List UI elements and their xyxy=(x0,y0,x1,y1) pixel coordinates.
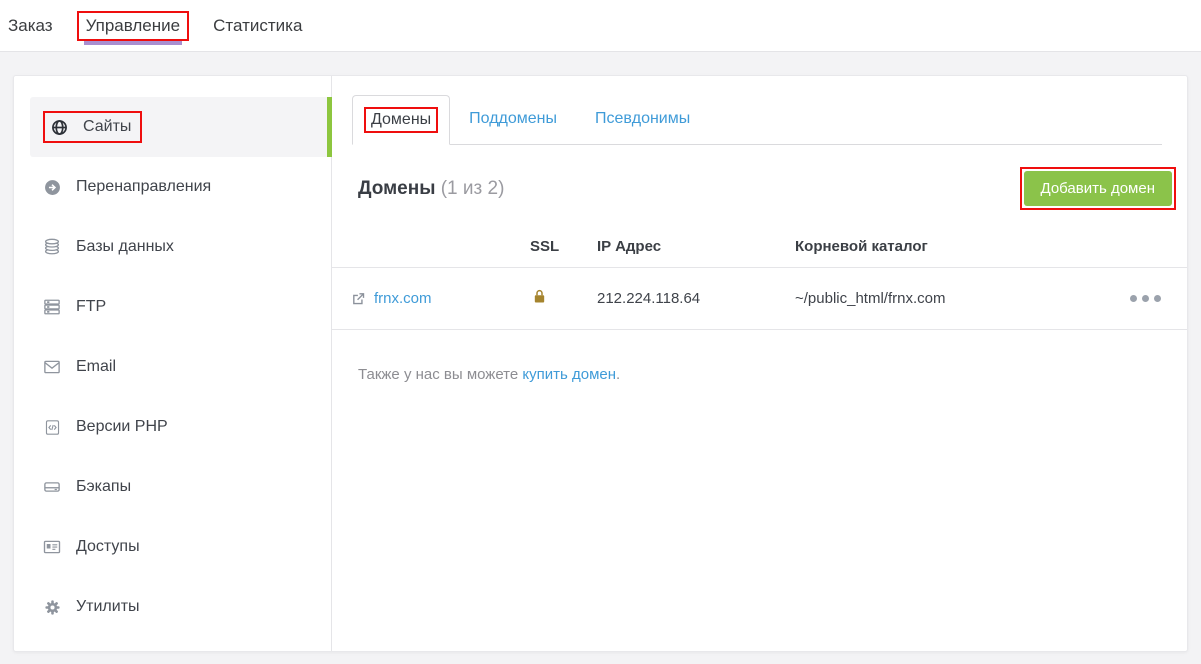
envelope-icon xyxy=(43,358,61,376)
gear-icon xyxy=(43,598,61,616)
tabs-bar: Домены Поддомены Псевдонимы xyxy=(352,95,1162,145)
sidebar-item-redirects[interactable]: Перенаправления xyxy=(14,157,331,217)
note-text: Также у нас вы можете xyxy=(358,366,522,383)
nav-item-statistics[interactable]: Статистика xyxy=(213,0,302,52)
sidebar-item-label: Email xyxy=(76,358,116,376)
annotation-box: Домены xyxy=(364,107,438,133)
sidebar-item-access[interactable]: Доступы xyxy=(14,517,331,577)
sidebar-item-databases[interactable]: Базы данных xyxy=(14,217,331,277)
id-card-icon xyxy=(43,538,61,556)
buy-domain-note: Также у нас вы можете купить домен. xyxy=(358,366,1187,383)
tab-label: Домены xyxy=(371,111,431,128)
ip-cell: 212.224.118.64 xyxy=(597,290,795,307)
globe-icon xyxy=(50,118,68,136)
nav-item-label: Управление xyxy=(86,16,181,35)
annotation-box: Сайты xyxy=(43,111,142,143)
tab-subdomains[interactable]: Поддомены xyxy=(450,94,576,144)
nav-item-label: Статистика xyxy=(213,16,302,36)
column-header-ssl: SSL xyxy=(530,238,597,255)
sidebar-item-sites[interactable]: Сайты xyxy=(30,97,331,157)
domain-link[interactable]: frnx.com xyxy=(374,290,432,307)
sidebar-item-label: Сайты xyxy=(83,118,131,136)
sidebar-item-label: FTP xyxy=(76,298,106,316)
sidebar-item-label: Базы данных xyxy=(76,238,174,256)
top-navigation: Заказ Управление Статистика xyxy=(0,0,1201,52)
sidebar-item-label: Бэкапы xyxy=(76,478,131,496)
root-dir-cell: ~/public_html/frnx.com xyxy=(795,290,1099,307)
sidebar-item-email[interactable]: Email xyxy=(14,337,331,397)
lock-icon xyxy=(532,288,547,309)
domain-cell: frnx.com xyxy=(332,290,530,307)
backup-drive-icon xyxy=(43,478,61,496)
tab-domains[interactable]: Домены xyxy=(352,95,450,145)
content-area: Домены Поддомены Псевдонимы Домены (1 из… xyxy=(332,76,1187,651)
sidebar-item-php-versions[interactable]: Версии PHP xyxy=(14,397,331,457)
sidebar-item-utilities[interactable]: Утилиты xyxy=(14,577,331,637)
sidebar-item-backups[interactable]: Бэкапы xyxy=(14,457,331,517)
database-icon xyxy=(43,238,61,256)
sidebar-item-label: Перенаправления xyxy=(76,178,211,196)
tab-label: Псевдонимы xyxy=(595,110,690,128)
tab-label: Поддомены xyxy=(469,110,557,128)
domains-count: (1 из 2) xyxy=(441,178,505,199)
column-header-ip: IP Адрес xyxy=(597,238,795,255)
php-code-icon xyxy=(43,418,61,436)
table-row: frnx.com 212.224.118.64 ~/public_html/fr… xyxy=(332,268,1187,330)
annotation-box: Добавить домен xyxy=(1020,167,1177,210)
redirect-icon xyxy=(43,178,61,196)
nav-item-label: Заказ xyxy=(8,16,53,36)
sidebar-item-label: Утилиты xyxy=(76,598,140,616)
note-text: . xyxy=(616,366,620,383)
annotation-box: Управление xyxy=(77,11,190,41)
sidebar-item-label: Доступы xyxy=(76,538,140,556)
sidebar-item-label: Версии PHP xyxy=(76,418,168,436)
domains-table: SSL IP Адрес Корневой каталог frnx.com xyxy=(332,226,1187,330)
sidebar-item-ftp[interactable]: FTP xyxy=(14,277,331,337)
tab-aliases[interactable]: Псевдонимы xyxy=(576,94,709,144)
server-icon xyxy=(43,298,61,316)
page-title: Домены (1 из 2) xyxy=(358,178,504,200)
buy-domain-link[interactable]: купить домен xyxy=(522,366,616,383)
main-panel: Сайты Перенаправления Базы да xyxy=(13,75,1188,652)
nav-item-management[interactable]: Управление xyxy=(77,0,190,52)
column-header-root: Корневой каталог xyxy=(795,238,1099,255)
ssl-cell xyxy=(530,288,597,309)
section-header: Домены (1 из 2) Добавить домен xyxy=(332,145,1187,210)
sidebar: Сайты Перенаправления Базы да xyxy=(14,76,332,651)
external-link-icon xyxy=(351,291,366,306)
row-menu-ellipsis-icon[interactable] xyxy=(1130,295,1161,302)
nav-item-order[interactable]: Заказ xyxy=(8,0,53,52)
add-domain-button[interactable]: Добавить домен xyxy=(1024,171,1173,206)
actions-cell xyxy=(1099,295,1187,302)
table-header-row: SSL IP Адрес Корневой каталог xyxy=(332,226,1187,268)
